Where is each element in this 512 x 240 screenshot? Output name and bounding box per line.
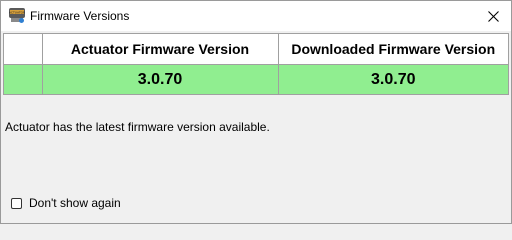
firmware-versions-dialog: ACTUATOR Firmware Versions Actuator Firm… xyxy=(0,0,512,224)
downloaded-firmware-cell[interactable]: 3.0.70 xyxy=(277,64,508,94)
firmware-version-table: Actuator Firmware Version Downloaded Fir… xyxy=(4,34,508,94)
column-header-downloaded-firmware[interactable]: Downloaded Firmware Version xyxy=(277,34,508,65)
actuator-firmware-cell[interactable]: 3.0.70 xyxy=(41,64,279,94)
table-row[interactable]: 3.0.70 3.0.70 xyxy=(4,64,508,94)
dont-show-again-checkbox[interactable]: Don't show again xyxy=(11,196,121,210)
actuator-app-icon: ACTUATOR xyxy=(8,6,26,24)
column-header-actuator-firmware[interactable]: Actuator Firmware Version xyxy=(41,34,279,65)
close-icon xyxy=(487,10,499,22)
checkbox-box[interactable] xyxy=(11,197,22,209)
status-message: Actuator has the latest firmware version… xyxy=(5,120,270,134)
close-button[interactable] xyxy=(475,1,511,31)
svg-text:ACTUATOR: ACTUATOR xyxy=(9,10,25,14)
grid-corner-cell xyxy=(4,34,43,65)
firmware-version-grid: Actuator Firmware Version Downloaded Fir… xyxy=(3,33,509,95)
title-bar[interactable]: ACTUATOR Firmware Versions xyxy=(1,1,511,31)
window-title: Firmware Versions xyxy=(30,9,130,23)
row-header-cell[interactable] xyxy=(4,64,43,94)
table-header-row: Actuator Firmware Version Downloaded Fir… xyxy=(4,34,508,65)
checkbox-label[interactable]: Don't show again xyxy=(29,196,121,210)
